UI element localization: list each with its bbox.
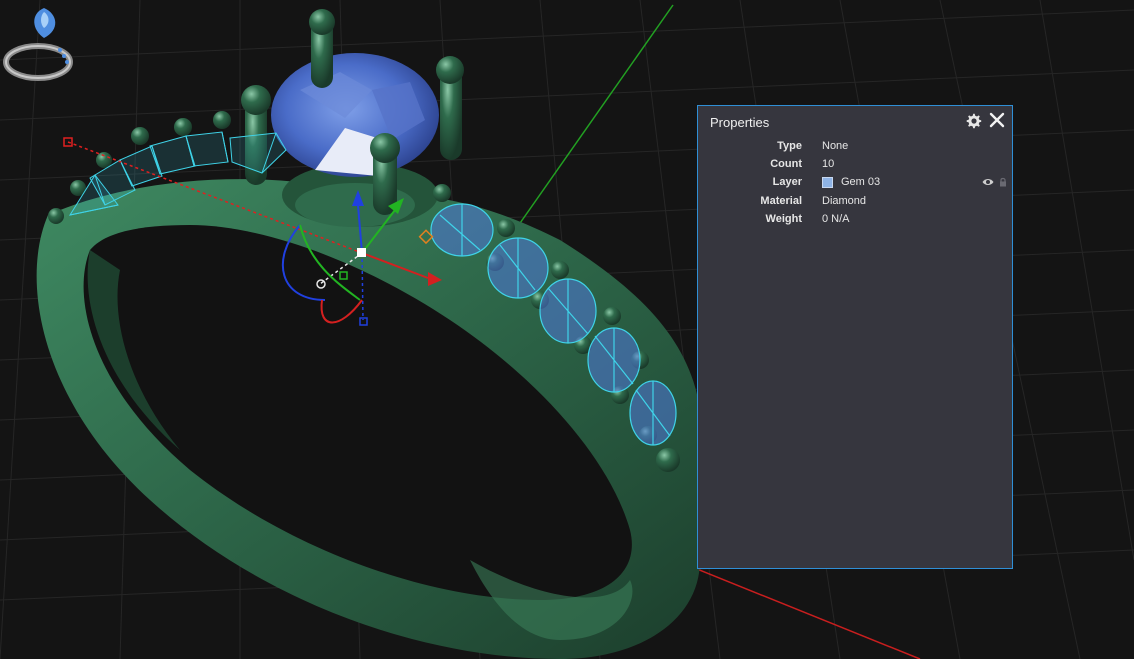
properties-panel-title: Properties — [710, 115, 770, 130]
ring-band[interactable] — [36, 179, 700, 659]
property-label: Type — [777, 140, 802, 152]
property-row-type: Type None — [698, 138, 1014, 156]
property-row-material: Material Diamond — [698, 193, 1014, 211]
layer-color-swatch[interactable] — [822, 177, 833, 188]
property-value[interactable]: 10 — [822, 158, 834, 170]
properties-panel-header: Properties — [698, 106, 1012, 138]
property-value[interactable]: 0 N/A — [822, 213, 850, 225]
view-navigator-icon[interactable] — [0, 0, 80, 84]
gear-icon[interactable] — [966, 113, 982, 129]
lock-icon[interactable] — [999, 177, 1007, 187]
property-label: Count — [770, 158, 802, 170]
center-stone[interactable] — [271, 53, 439, 177]
property-value[interactable]: None — [822, 140, 848, 152]
property-row-layer: Layer Gem 03 — [698, 174, 1014, 192]
property-value[interactable]: Gem 03 — [841, 176, 880, 188]
property-label: Layer — [772, 176, 802, 188]
property-row-count: Count 10 — [698, 156, 1014, 174]
eye-icon[interactable] — [982, 177, 994, 187]
close-icon[interactable] — [988, 111, 1006, 129]
property-label: Material — [760, 195, 802, 207]
property-value[interactable]: Diamond — [822, 195, 866, 207]
properties-panel[interactable]: Properties Type None Count 10 Layer Gem … — [697, 105, 1013, 569]
property-label: Weight — [765, 213, 802, 225]
property-row-weight: Weight 0 N/A — [698, 211, 1014, 229]
